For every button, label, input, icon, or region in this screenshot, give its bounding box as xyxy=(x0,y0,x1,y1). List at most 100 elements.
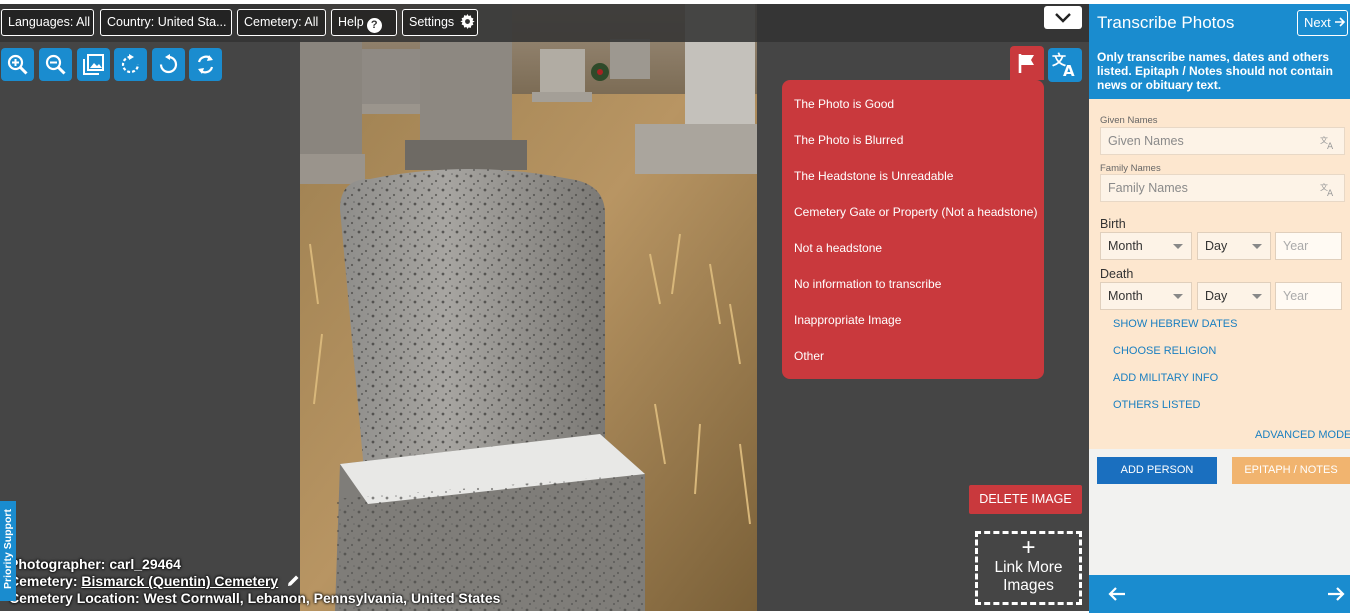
next-label: Next xyxy=(1304,15,1331,30)
chevron-down-icon xyxy=(1055,13,1071,23)
caret-down-icon xyxy=(1173,244,1183,249)
cemetery-filter-button[interactable]: Cemetery: All xyxy=(237,9,326,36)
priority-support-tab[interactable]: Priority Support xyxy=(0,501,16,601)
person-form: Given Names Given Names 文 A Family Names… xyxy=(1089,99,1350,449)
flag-option-cemetery-gate[interactable]: Cemetery Gate or Property (Not a headsto… xyxy=(794,205,1037,219)
link-more-images-button[interactable]: + Link More Images xyxy=(975,531,1082,605)
fit-image-button[interactable] xyxy=(77,48,110,81)
panel-title: Transcribe Photos xyxy=(1097,13,1235,32)
gear-icon xyxy=(460,14,475,29)
death-day-select[interactable]: Day xyxy=(1197,282,1271,310)
death-year-input[interactable]: Year xyxy=(1275,282,1342,310)
flag-option-inappropriate[interactable]: Inappropriate Image xyxy=(794,313,901,327)
cemetery-line: Cemetery: Bismarck (Quentin) Cemetery xyxy=(9,573,500,590)
translate-icon: 文 A xyxy=(1052,52,1075,80)
location-line: Cemetery Location: West Cornwall, Lebano… xyxy=(9,590,500,607)
cemetery-filter-label: Cemetery: All xyxy=(244,15,319,29)
image-icon xyxy=(83,54,104,75)
add-person-button[interactable]: ADD PERSON xyxy=(1097,457,1217,484)
photographer-name: carl_29464 xyxy=(109,556,181,572)
location-label: Cemetery Location: xyxy=(9,590,140,606)
death-year-placeholder: Year xyxy=(1283,289,1309,303)
flag-option-other[interactable]: Other xyxy=(794,349,824,363)
flag-button[interactable] xyxy=(1010,46,1044,80)
svg-text:A: A xyxy=(1063,62,1075,80)
priority-support-label: Priority Support xyxy=(2,509,14,589)
caret-down-icon xyxy=(1252,294,1262,299)
flag-option-photo-good[interactable]: The Photo is Good xyxy=(794,97,894,111)
question-icon: ? xyxy=(366,18,382,33)
plus-icon: + xyxy=(1021,534,1036,561)
choose-religion-link[interactable]: CHOOSE RELIGION xyxy=(1113,345,1216,357)
rotate-left-button[interactable] xyxy=(152,48,185,81)
flag-option-no-information[interactable]: No information to transcribe xyxy=(794,277,941,291)
delete-image-button[interactable]: DELETE IMAGE xyxy=(969,485,1082,514)
zoom-out-icon xyxy=(45,54,66,75)
settings-button[interactable]: Settings xyxy=(402,9,478,36)
cemetery-link[interactable]: Bismarck (Quentin) Cemetery xyxy=(81,573,278,589)
country-filter-button[interactable]: Country: United Sta... xyxy=(100,9,232,36)
arrow-right-icon[interactable] xyxy=(1326,584,1346,604)
next-button[interactable]: Next xyxy=(1297,10,1348,36)
arrow-right-icon xyxy=(1335,17,1346,27)
photo-info: Photographer: carl_29464 Cemetery: Bisma… xyxy=(9,556,500,607)
translate-button[interactable]: 文 A xyxy=(1048,48,1082,82)
location-value: West Cornwall, Lebanon, Pennsylvania, Un… xyxy=(143,590,501,606)
birth-month-select[interactable]: Month xyxy=(1100,232,1192,260)
link-more-label-line1: Link More xyxy=(994,559,1063,576)
transcription-instructions: Only transcribe names, dates and others … xyxy=(1097,50,1334,92)
advanced-mode-link[interactable]: ADVANCED MODE xyxy=(1255,429,1350,441)
death-month-value: Month xyxy=(1108,289,1143,303)
pencil-icon[interactable] xyxy=(287,574,300,587)
family-names-placeholder: Family Names xyxy=(1108,181,1188,195)
zoom-in-icon xyxy=(7,54,28,75)
translate-icon[interactable]: 文 A xyxy=(1320,134,1336,150)
svg-text:A: A xyxy=(1327,189,1334,197)
link-more-label-line2: Images xyxy=(1003,577,1054,594)
image-viewer[interactable]: Languages: All Country: United Sta... Ce… xyxy=(0,4,1089,611)
given-names-placeholder: Given Names xyxy=(1108,134,1184,148)
show-hebrew-dates-link[interactable]: SHOW HEBREW DATES xyxy=(1113,318,1237,330)
birth-day-value: Day xyxy=(1205,239,1228,253)
settings-label: Settings xyxy=(409,15,455,29)
birth-label: Birth xyxy=(1100,217,1126,231)
flag-option-not-headstone[interactable]: Not a headstone xyxy=(794,241,882,255)
zoom-in-button[interactable] xyxy=(1,48,34,81)
birth-year-input[interactable]: Year xyxy=(1275,232,1342,260)
languages-filter-label: Languages: All xyxy=(8,15,91,29)
collapse-toolbar-button[interactable] xyxy=(1044,6,1082,29)
headstone-photo xyxy=(300,4,757,611)
rotate-left-icon xyxy=(159,54,178,74)
translate-icon[interactable]: 文 A xyxy=(1320,181,1336,197)
refresh-button[interactable] xyxy=(189,48,222,81)
birth-month-value: Month xyxy=(1108,239,1143,253)
transcribe-panel: Transcribe Photos Next Only transcribe n… xyxy=(1089,4,1350,613)
panel-footer xyxy=(1089,575,1350,613)
birth-day-select[interactable]: Day xyxy=(1197,232,1271,260)
refresh-icon xyxy=(197,55,214,74)
family-names-input[interactable]: Family Names 文 A xyxy=(1100,174,1345,202)
birth-year-placeholder: Year xyxy=(1283,239,1309,253)
caret-down-icon xyxy=(1173,294,1183,299)
help-label: Help xyxy=(338,15,364,29)
arrow-left-icon[interactable] xyxy=(1107,584,1127,604)
languages-filter-button[interactable]: Languages: All xyxy=(1,9,94,36)
rotate-right-icon xyxy=(121,54,140,74)
help-button[interactable]: Help? xyxy=(331,9,397,36)
panel-header: Transcribe Photos Next Only transcribe n… xyxy=(1089,4,1350,99)
cemetery-label: Cemetery: xyxy=(9,573,78,589)
country-filter-label: Country: United Sta... xyxy=(107,15,227,29)
death-day-value: Day xyxy=(1205,289,1228,303)
rotate-right-button[interactable] xyxy=(114,48,147,81)
epitaph-notes-button[interactable]: EPITAPH / NOTES xyxy=(1232,457,1350,484)
flag-option-headstone-unreadable[interactable]: The Headstone is Unreadable xyxy=(794,169,953,183)
family-names-label: Family Names xyxy=(1100,163,1161,174)
add-military-info-link[interactable]: ADD MILITARY INFO xyxy=(1113,372,1218,384)
flag-option-photo-blurred[interactable]: The Photo is Blurred xyxy=(794,133,903,147)
given-names-input[interactable]: Given Names 文 A xyxy=(1100,127,1345,155)
others-listed-link[interactable]: OTHERS LISTED xyxy=(1113,399,1200,411)
flag-icon xyxy=(1018,54,1034,73)
zoom-out-button[interactable] xyxy=(39,48,72,81)
death-month-select[interactable]: Month xyxy=(1100,282,1192,310)
flag-menu: The Photo is Good The Photo is Blurred T… xyxy=(782,80,1044,379)
